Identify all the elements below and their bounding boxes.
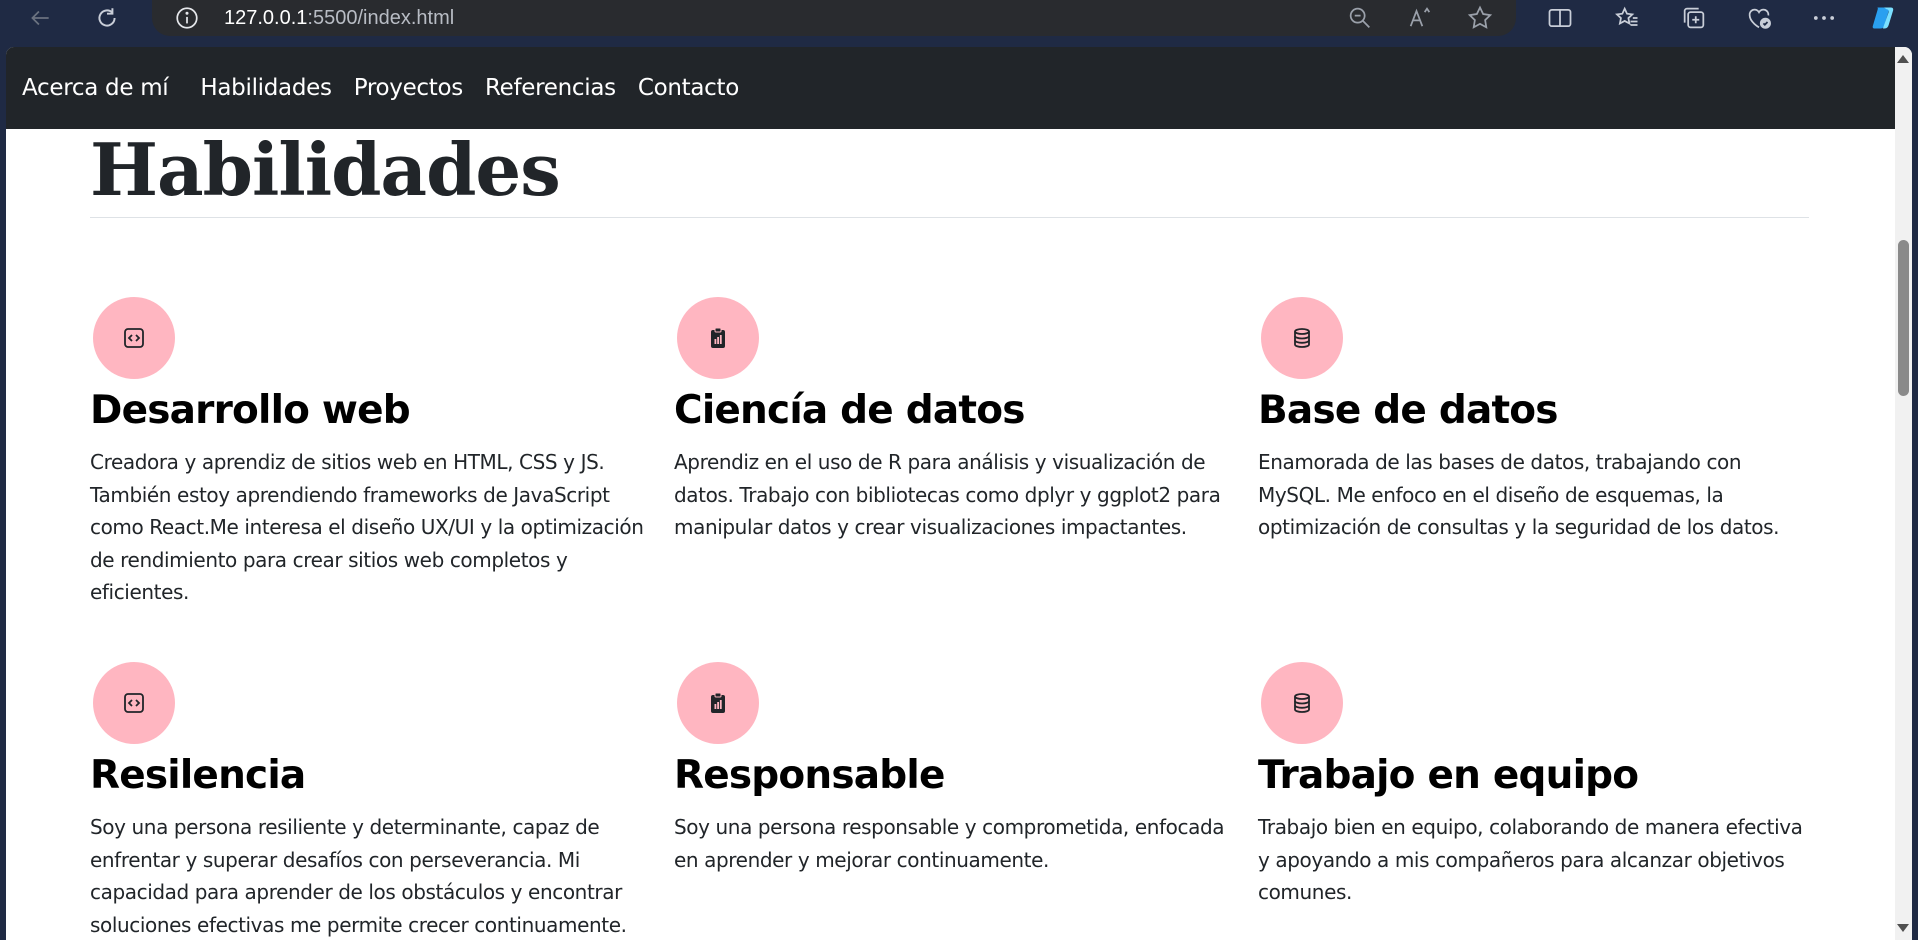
feature-card: Resilencia Soy una persona resiliente y … [90, 662, 650, 940]
scrollbar-thumb[interactable] [1898, 240, 1909, 396]
browser-essentials-icon[interactable] [1743, 2, 1775, 34]
feature-title: Resilencia [90, 753, 306, 798]
browser-toolbar: 127.0.0.1:5500/index.html [0, 0, 1918, 36]
feature-card: Base de datos Enamorada de las bases de … [1258, 297, 1818, 544]
favorites-icon[interactable] [1611, 2, 1643, 34]
feature-icon-circle [93, 297, 175, 379]
feature-description: Enamorada de las bases de datos, trabaja… [1258, 450, 1780, 539]
url-host: 127.0.0.1 [224, 7, 308, 29]
copilot-icon[interactable] [1868, 2, 1900, 34]
page-scrollbar[interactable] [1895, 47, 1912, 940]
section-divider [90, 217, 1809, 218]
feature-title: Responsable [674, 753, 945, 798]
url-text[interactable]: 127.0.0.1:5500/index.html [224, 7, 454, 30]
feature-description: Trabajo bien en equipo, colaborando de m… [1258, 815, 1803, 904]
feature-description: Creadora y aprendiz de sitios web en HTM… [90, 450, 644, 604]
nav-link-referencias[interactable]: Referencias [485, 75, 616, 101]
page-viewport: Acerca de mí Habilidades Proyectos Refer… [6, 47, 1912, 940]
site-navbar: Acerca de mí Habilidades Proyectos Refer… [6, 47, 1895, 129]
scroll-down-arrow-icon[interactable] [1897, 924, 1909, 932]
database-icon [1294, 328, 1310, 348]
feature-card: Trabajo en equipo Trabajo bien en equipo… [1258, 662, 1818, 909]
feature-title: Ciencía de datos [674, 388, 1025, 433]
feature-description: Soy una persona responsable y comprometi… [674, 815, 1225, 872]
collections-icon[interactable] [1678, 2, 1710, 34]
nav-link-habilidades[interactable]: Habilidades [200, 75, 332, 101]
feature-card: Responsable Soy una persona responsable … [674, 662, 1234, 876]
feature-icon-circle [677, 297, 759, 379]
nav-link-contacto[interactable]: Contacto [638, 75, 739, 101]
code-icon [124, 328, 144, 348]
back-icon[interactable] [22, 0, 58, 36]
feature-card: Ciencía de datos Aprendiz en el uso de R… [674, 297, 1234, 544]
favorite-star-icon[interactable] [1466, 4, 1494, 32]
code-icon [124, 693, 144, 713]
clipboard-chart-icon [711, 327, 725, 348]
more-icon[interactable] [1808, 2, 1840, 34]
feature-icon-circle [1261, 297, 1343, 379]
feature-description: Soy una persona resiliente y determinant… [90, 815, 627, 937]
info-icon[interactable] [174, 5, 200, 31]
nav-link-proyectos[interactable]: Proyectos [354, 75, 464, 101]
nav-link-acerca[interactable]: Acerca de mí [22, 75, 169, 101]
split-screen-icon[interactable] [1544, 2, 1576, 34]
database-icon [1294, 693, 1310, 713]
read-aloud-icon[interactable] [1406, 4, 1434, 32]
url-path: :5500/index.html [307, 7, 455, 29]
feature-description: Aprendiz en el uso de R para análisis y … [674, 450, 1221, 539]
clipboard-chart-icon [711, 692, 725, 713]
address-bar[interactable]: 127.0.0.1:5500/index.html [152, 0, 1516, 36]
feature-icon-circle [1261, 662, 1343, 744]
scroll-up-arrow-icon[interactable] [1897, 55, 1909, 63]
feature-card: Desarrollo web Creadora y aprendiz de si… [90, 297, 650, 609]
feature-icon-circle [93, 662, 175, 744]
zoom-out-icon[interactable] [1346, 4, 1374, 32]
section-title: Habilidades [90, 127, 561, 212]
feature-title: Desarrollo web [90, 388, 411, 433]
feature-icon-circle [677, 662, 759, 744]
feature-title: Trabajo en equipo [1258, 753, 1639, 798]
reload-icon[interactable] [89, 0, 125, 36]
feature-title: Base de datos [1258, 388, 1559, 433]
